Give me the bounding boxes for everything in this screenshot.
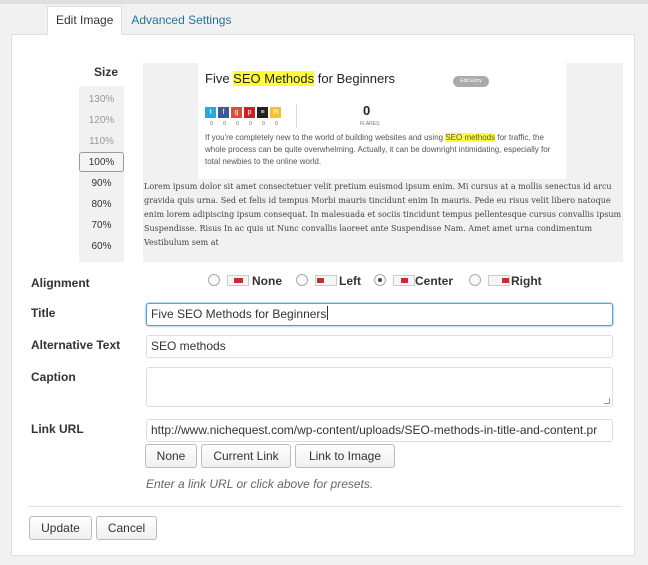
actions-divider bbox=[28, 506, 622, 507]
title-input[interactable]: Five SEO Methods for Beginners bbox=[146, 303, 613, 326]
google-plus-icon: g bbox=[231, 107, 242, 118]
preview-social-icons: t f g p ≡ ✉ bbox=[205, 107, 283, 118]
alt-text-input[interactable]: SEO methods bbox=[146, 335, 613, 358]
alignment-label: Alignment bbox=[31, 276, 90, 290]
social-count: 0 bbox=[262, 121, 265, 127]
size-option-60[interactable]: 60% bbox=[79, 237, 124, 257]
align-none-icon bbox=[227, 275, 249, 286]
preview-social-counts: 0 0 0 0 0 0 bbox=[205, 121, 283, 127]
tab-bar: Edit Image Advanced Settings bbox=[47, 6, 240, 36]
caption-textarea[interactable] bbox=[146, 367, 613, 407]
size-option-120[interactable]: 120% bbox=[79, 111, 124, 131]
preview-divider bbox=[296, 104, 297, 128]
align-right-text: Right bbox=[511, 274, 542, 288]
email-icon: ✉ bbox=[270, 107, 281, 118]
link-none-button[interactable]: None bbox=[145, 444, 197, 468]
image-preview: Five SEO Methods for Beginners Edit Entr… bbox=[143, 63, 623, 262]
buffer-icon: ≡ bbox=[257, 107, 268, 118]
align-center-radio[interactable] bbox=[374, 274, 386, 286]
align-right-radio[interactable] bbox=[469, 274, 481, 286]
alt-text-label: Alternative Text bbox=[31, 338, 121, 352]
align-left-icon bbox=[315, 275, 337, 286]
social-count: 0 bbox=[275, 121, 278, 127]
align-center-icon bbox=[393, 275, 415, 286]
text-caret bbox=[327, 306, 329, 320]
tab-edit-image[interactable]: Edit Image bbox=[47, 6, 123, 35]
caption-label: Caption bbox=[31, 370, 76, 384]
link-url-input[interactable]: http://www.nichequest.com/wp-content/upl… bbox=[146, 419, 613, 442]
tab-advanced-settings[interactable]: Advanced Settings bbox=[122, 6, 240, 35]
social-count: 0 bbox=[236, 121, 239, 127]
align-none-text: None bbox=[252, 274, 282, 288]
link-to-image-button[interactable]: Link to Image bbox=[295, 444, 395, 468]
current-link-button[interactable]: Current Link bbox=[201, 444, 291, 468]
pinterest-icon: p bbox=[244, 107, 255, 118]
link-url-hint: Enter a link URL or click above for pres… bbox=[146, 477, 374, 491]
align-center-text: Center bbox=[415, 274, 454, 288]
twitter-icon: t bbox=[205, 107, 216, 118]
size-option-100[interactable]: 100% bbox=[79, 152, 124, 172]
title-label: Title bbox=[31, 306, 56, 320]
top-border bbox=[0, 0, 648, 4]
align-left-text: Left bbox=[339, 274, 361, 288]
size-option-70[interactable]: 70% bbox=[79, 216, 124, 236]
size-option-80[interactable]: 80% bbox=[79, 195, 124, 215]
size-label: Size bbox=[94, 65, 119, 79]
resize-handle[interactable] bbox=[604, 398, 610, 404]
preview-title: Five SEO Methods for Beginners bbox=[205, 71, 396, 86]
size-option-90[interactable]: 90% bbox=[79, 174, 124, 194]
update-button[interactable]: Update bbox=[29, 516, 92, 540]
title-input-value: Five SEO Methods for Beginners bbox=[151, 307, 327, 321]
cancel-button[interactable]: Cancel bbox=[96, 516, 157, 540]
link-url-label: Link URL bbox=[31, 422, 84, 436]
align-none-radio[interactable] bbox=[208, 274, 220, 286]
preview-flares-count: 0 bbox=[363, 103, 371, 118]
preview-image: Five SEO Methods for Beginners Edit Entr… bbox=[198, 63, 566, 179]
preview-lorem-text: Lorem ipsum dolor sit amet consectetuer … bbox=[144, 182, 622, 247]
facebook-icon: f bbox=[218, 107, 229, 118]
align-left-radio[interactable] bbox=[296, 274, 308, 286]
preview-body-text: If you're completely new to the world of… bbox=[205, 133, 551, 166]
size-option-130[interactable]: 130% bbox=[79, 90, 124, 110]
social-count: 0 bbox=[210, 121, 213, 127]
preview-edit-badge: Edit Entry bbox=[453, 76, 489, 87]
align-right-icon bbox=[488, 275, 510, 286]
preview-flares-label: FLARES bbox=[360, 121, 380, 127]
social-count: 0 bbox=[223, 121, 226, 127]
size-selector: 130% 120% 110% 100% 90% 80% 70% 60% bbox=[79, 86, 124, 262]
size-option-110[interactable]: 110% bbox=[79, 132, 124, 152]
social-count: 0 bbox=[249, 121, 252, 127]
